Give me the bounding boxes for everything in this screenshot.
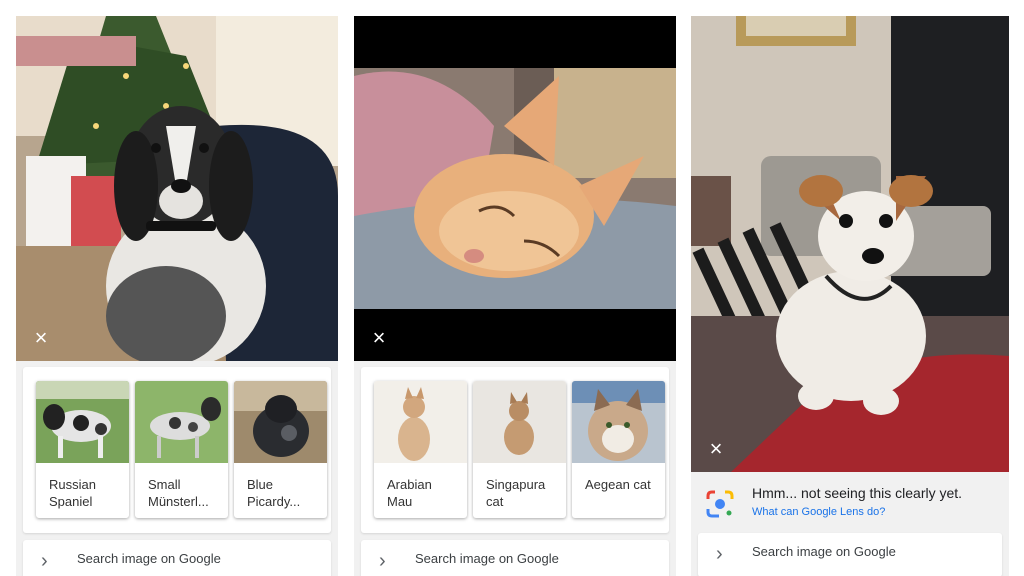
lens-panel-cat: × Arabian Mau Singapura cat Aegean cat ›… bbox=[354, 16, 676, 576]
google-lens-icon bbox=[706, 490, 734, 518]
result-label: Small Münsterl... bbox=[148, 477, 209, 509]
spaniel-photo-image bbox=[16, 16, 338, 361]
result-thumbnail bbox=[374, 381, 467, 463]
terrier-photo-image bbox=[691, 16, 1009, 472]
result-card[interactable]: Blue Picardy... bbox=[234, 381, 327, 518]
results-card: Russian Spaniel Small Münsterl... Blue P… bbox=[23, 367, 331, 533]
result-card[interactable]: Aegean cat bbox=[572, 381, 665, 518]
close-icon[interactable]: × bbox=[707, 438, 725, 460]
result-thumbnail bbox=[135, 381, 228, 463]
result-card[interactable]: Small Münsterl... bbox=[135, 381, 228, 518]
close-icon[interactable]: × bbox=[32, 327, 50, 349]
result-card[interactable]: Russian Spaniel bbox=[36, 381, 129, 518]
lens-status: Hmm... not seeing this clearly yet. What… bbox=[691, 472, 1009, 532]
result-label: Singapura cat bbox=[486, 477, 546, 509]
sleeping-cat-photo-image bbox=[354, 16, 676, 361]
lens-panel-terrier: × Hmm... not seeing this clearly yet. Wh… bbox=[691, 16, 1009, 576]
result-label: Blue Picardy... bbox=[247, 477, 301, 509]
search-image-label: Search image on Google bbox=[415, 551, 559, 566]
search-image-label: Search image on Google bbox=[752, 544, 896, 559]
result-label: Russian Spaniel bbox=[49, 477, 96, 509]
result-thumbnail bbox=[473, 381, 566, 463]
result-thumbnail bbox=[572, 381, 665, 463]
search-image-on-google-row[interactable]: › Search image on Google bbox=[23, 540, 331, 576]
search-image-on-google-row[interactable]: › Search image on Google bbox=[361, 540, 669, 576]
results-carousel: Russian Spaniel Small Münsterl... Blue P… bbox=[36, 381, 327, 518]
result-thumbnail bbox=[234, 381, 327, 463]
results-card: Arabian Mau Singapura cat Aegean cat bbox=[361, 367, 669, 533]
result-label: Aegean cat bbox=[585, 477, 651, 492]
result-thumbnail bbox=[36, 381, 129, 463]
result-card[interactable]: Arabian Mau bbox=[374, 381, 467, 518]
search-image-label: Search image on Google bbox=[77, 551, 221, 566]
what-can-google-lens-do-link[interactable]: What can Google Lens do? bbox=[752, 506, 885, 518]
dog-photo: × bbox=[16, 16, 338, 361]
lens-panel-dog: × Russian Spaniel Small Münsterl... Blue… bbox=[16, 16, 338, 576]
search-image-on-google-row[interactable]: › Search image on Google bbox=[698, 533, 1002, 576]
cat-photo: × bbox=[354, 16, 676, 361]
chevron-right-icon: › bbox=[41, 550, 48, 572]
terrier-photo: × bbox=[691, 16, 1009, 472]
lens-status-message: Hmm... not seeing this clearly yet. bbox=[752, 485, 963, 501]
close-icon[interactable]: × bbox=[370, 327, 388, 349]
result-label: Arabian Mau bbox=[387, 477, 432, 509]
result-card[interactable]: Singapura cat bbox=[473, 381, 566, 518]
chevron-right-icon: › bbox=[716, 543, 723, 565]
results-carousel: Arabian Mau Singapura cat Aegean cat bbox=[374, 381, 665, 518]
chevron-right-icon: › bbox=[379, 550, 386, 572]
